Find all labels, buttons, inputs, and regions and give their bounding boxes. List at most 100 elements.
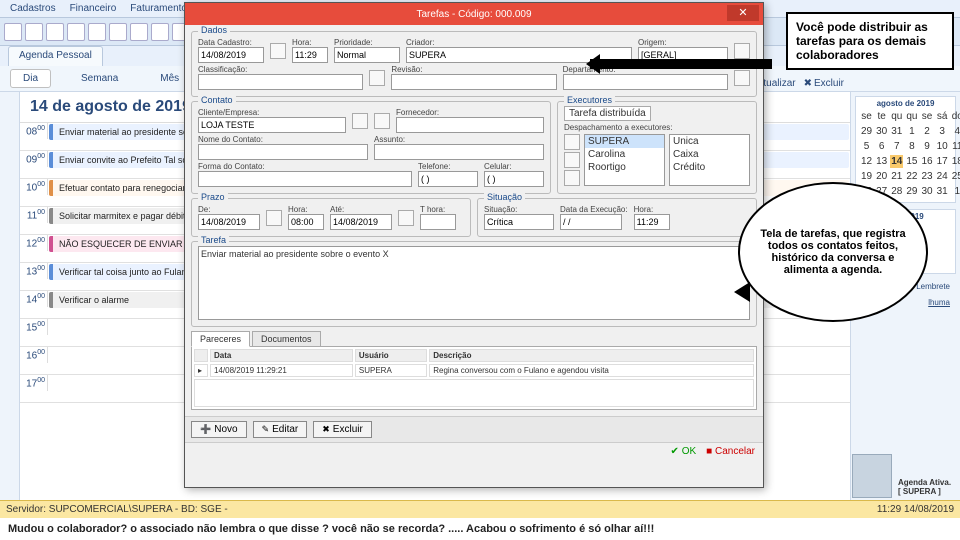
- toolbar-icon[interactable]: [46, 23, 64, 41]
- tarefas-dialog: Tarefas - Código: 000.009 ✕ Dados Data C…: [184, 2, 764, 488]
- group-title: Dados: [198, 25, 230, 35]
- departamento-field[interactable]: [563, 74, 728, 90]
- toolbar-icon[interactable]: [88, 23, 106, 41]
- grp-contato: Contato Cliente/Empresa: Fornecedor: Nom…: [191, 101, 551, 194]
- menu-financeiro[interactable]: Financeiro: [64, 1, 123, 16]
- label: Celular:: [484, 162, 544, 171]
- grp-prazo: Prazo De: Hora: Até: T hora:: [191, 198, 471, 237]
- prioridade-field[interactable]: [334, 47, 400, 63]
- label: De:: [198, 205, 260, 214]
- fornecedor-field[interactable]: [396, 117, 544, 133]
- status-clock: 11:29 14/08/2019: [877, 504, 954, 515]
- status-server: Servidor: SUPCOMERCIAL\SUPERA - BD: SGE …: [6, 504, 228, 515]
- calendar-icon[interactable]: [270, 43, 286, 59]
- label: Hora:: [292, 38, 328, 47]
- toolbar-icon[interactable]: [4, 23, 22, 41]
- label: T hora:: [420, 205, 456, 214]
- tab-tarefa-distribuida[interactable]: Tarefa distribuída: [564, 106, 651, 121]
- executores-list[interactable]: SUPERACarolinaRoortigo: [584, 134, 665, 186]
- label: Telefone:: [418, 162, 478, 171]
- telefone-field[interactable]: [418, 171, 478, 187]
- close-icon[interactable]: ✕: [727, 5, 759, 21]
- prazo-ate-hora-field[interactable]: [420, 214, 456, 230]
- excluir-button[interactable]: ✖ Excluir: [313, 421, 372, 438]
- label: Hora:: [634, 205, 670, 214]
- agenda-ativa-label: Agenda Ativa. [ SUPERA ]: [898, 478, 954, 496]
- grp-executores: Executores Tarefa distribuída Despachame…: [557, 101, 757, 194]
- search-icon[interactable]: [369, 70, 385, 86]
- search-icon[interactable]: [352, 113, 368, 129]
- tab-documentos[interactable]: Documentos: [252, 331, 321, 347]
- grupos-list[interactable]: UnicaCaixaCrédito: [669, 134, 750, 186]
- revisao-field[interactable]: [391, 74, 556, 90]
- grp-tarefa: Tarefa Enviar material ao presidente sob…: [191, 241, 757, 327]
- arrow-icon: [590, 54, 786, 72]
- ok-button[interactable]: ✔ OK: [671, 446, 697, 457]
- label: Situação:: [484, 205, 554, 214]
- tab-pareceres[interactable]: Pareceres: [191, 331, 250, 347]
- toolbar-icon[interactable]: [67, 23, 85, 41]
- assunto-field[interactable]: [374, 144, 544, 160]
- group-title: Prazo: [198, 192, 228, 202]
- label: Classificação:: [198, 65, 363, 74]
- data-cadastro-field[interactable]: [198, 47, 264, 63]
- cancelar-button[interactable]: ■ Cancelar: [706, 446, 755, 457]
- label: Origem:: [638, 38, 728, 47]
- lembrete-label: Lembrete: [916, 282, 950, 291]
- view-dia[interactable]: Dia: [10, 69, 51, 88]
- star-icon[interactable]: [564, 170, 580, 186]
- label: Revisão:: [391, 65, 556, 74]
- hora-exec-field[interactable]: [634, 214, 670, 230]
- editar-button[interactable]: ✎ Editar: [253, 421, 308, 438]
- prazo-de-field[interactable]: [198, 214, 260, 230]
- data-exec-field[interactable]: [560, 214, 622, 230]
- dialog-title: Tarefas - Código: 000.009 ✕: [185, 3, 763, 25]
- label: Até:: [330, 205, 392, 214]
- calendar-icon[interactable]: [266, 210, 282, 226]
- menu-cadastros[interactable]: Cadastros: [4, 1, 62, 16]
- add-icon[interactable]: [564, 134, 580, 150]
- toolbar-icon[interactable]: [25, 23, 43, 41]
- label: Hora:: [288, 205, 324, 214]
- nome-contato-field[interactable]: [198, 144, 368, 160]
- tarefa-textarea[interactable]: Enviar material ao presidente sobre o ev…: [198, 246, 750, 320]
- prazo-de-hora-field[interactable]: [288, 214, 324, 230]
- calendar-icon[interactable]: [398, 210, 414, 226]
- excluir-button[interactable]: ✖ Excluir: [804, 78, 844, 89]
- toolbar-icon[interactable]: [130, 23, 148, 41]
- avatar: [852, 454, 892, 498]
- table-row[interactable]: ▸14/08/2019 11:29:21SUPERARegina convers…: [194, 364, 754, 377]
- situacao-field[interactable]: [484, 214, 554, 230]
- grp-situacao: Situação Situação: Data da Execução: Hor…: [477, 198, 757, 237]
- view-semana[interactable]: Semana: [69, 70, 130, 87]
- pareceres-table[interactable]: DataUsuárioDescrição ▸14/08/2019 11:29:2…: [191, 346, 757, 410]
- link-historico[interactable]: lhuma: [928, 298, 950, 307]
- label: Prioridade:: [334, 38, 400, 47]
- pareceres-section: Pareceres Documentos DataUsuárioDescriçã…: [191, 331, 757, 410]
- hora-field[interactable]: [292, 47, 328, 63]
- novo-button[interactable]: ➕ Novo: [191, 421, 247, 438]
- label: Nome do Contato:: [198, 135, 368, 144]
- toolbar-icon[interactable]: [151, 23, 169, 41]
- menu-faturamento[interactable]: Faturamento: [124, 1, 193, 16]
- toolbar-icon[interactable]: [109, 23, 127, 41]
- slide-caption: Mudou o colaborador? o associado não lem…: [0, 518, 960, 540]
- remove-icon[interactable]: [564, 152, 580, 168]
- celular-field[interactable]: [484, 171, 544, 187]
- callout-distribuir: Você pode distribuir as tarefas para os …: [786, 12, 954, 70]
- prazo-ate-field[interactable]: [330, 214, 392, 230]
- group-title: Contato: [198, 95, 236, 105]
- classificacao-field[interactable]: [198, 74, 363, 90]
- label: Forma do Contato:: [198, 162, 412, 171]
- group-title: Tarefa: [198, 235, 229, 245]
- label: Fornecedor:: [396, 108, 544, 117]
- mini-cal-month: agosto de 2019: [858, 99, 953, 108]
- label: Criador:: [406, 38, 632, 47]
- info-icon[interactable]: [374, 113, 390, 129]
- cliente-field[interactable]: [198, 117, 346, 133]
- statusbar: Servidor: SUPCOMERCIAL\SUPERA - BD: SGE …: [0, 500, 960, 518]
- nav-strip: [0, 92, 20, 532]
- forma-contato-field[interactable]: [198, 171, 412, 187]
- tab-agenda-pessoal[interactable]: Agenda Pessoal: [8, 46, 103, 66]
- dialog-button-bar: ➕ Novo ✎ Editar ✖ Excluir: [185, 416, 763, 442]
